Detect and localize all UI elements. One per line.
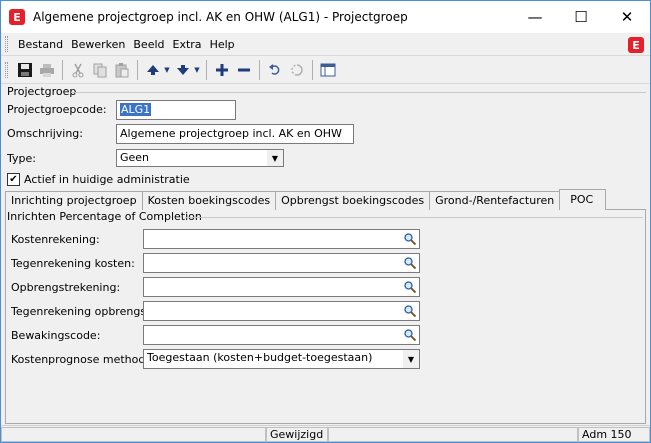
tab-inrichting-projectgroep[interactable]: Inrichting projectgroep <box>5 191 143 210</box>
chevron-down-icon[interactable]: ▼ <box>162 66 172 74</box>
bewakingscode-field[interactable] <box>143 325 420 345</box>
add-icon[interactable] <box>211 59 233 81</box>
toolbar-separator <box>259 60 260 80</box>
opbrengstrekening-field[interactable] <box>143 277 420 297</box>
refresh-icon[interactable] <box>286 59 308 81</box>
tab-opbrengst-boekingscodes[interactable]: Opbrengst boekingscodes <box>275 191 431 210</box>
code-value: ALG1 <box>120 103 152 116</box>
kostenrekening-field[interactable] <box>143 229 420 249</box>
app-logo-icon: E <box>9 9 25 25</box>
toolbar-separator <box>62 60 63 80</box>
cut-icon[interactable] <box>67 59 89 81</box>
arrow-up-icon[interactable] <box>142 59 164 81</box>
search-icon[interactable] <box>402 303 418 319</box>
code-field[interactable]: ALG1 <box>116 100 236 120</box>
tab-poc[interactable]: POC <box>559 189 607 210</box>
kostenprognose-label: Kostenprognose methode: <box>11 353 156 366</box>
search-icon[interactable] <box>402 327 418 343</box>
status-admin: Adm 150 <box>578 427 650 442</box>
status-state: Gewijzigd <box>266 427 328 442</box>
description-field[interactable]: Algemene projectgroep incl. AK en OHW <box>116 124 354 144</box>
title-bar[interactable]: E Algemene projectgroep incl. AK en OHW … <box>1 1 650 33</box>
section-divider <box>71 92 646 93</box>
chevron-down-icon[interactable]: ▼ <box>192 66 202 74</box>
application-window: E Algemene projectgroep incl. AK en OHW … <box>0 0 651 443</box>
search-icon[interactable] <box>402 231 418 247</box>
remove-icon[interactable] <box>233 59 255 81</box>
status-bar: Gewijzigd Adm 150 <box>1 425 650 442</box>
poc-group-divider <box>185 217 643 218</box>
copy-icon[interactable] <box>89 59 111 81</box>
window-icon[interactable] <box>317 59 339 81</box>
window-controls: — ☐ ✕ <box>512 1 650 33</box>
toolbar-separator <box>137 60 138 80</box>
brand-logo-icon: E <box>628 37 644 53</box>
status-cell-empty <box>1 427 266 442</box>
menu-bar: Bestand Bewerken Beeld Extra Help E <box>1 33 650 56</box>
chevron-down-icon[interactable]: ▼ <box>267 150 283 166</box>
type-value: Geen <box>120 151 150 164</box>
arrow-down-icon[interactable] <box>172 59 194 81</box>
menu-bestand[interactable]: Bestand <box>14 38 67 51</box>
active-checkbox[interactable]: ✔ <box>7 173 20 186</box>
window-title: Algemene projectgroep incl. AK en OHW (A… <box>33 10 408 24</box>
tab-strip: Inrichting projectgroep Kosten boekingsc… <box>5 189 607 210</box>
active-label: Actief in huidige administratie <box>24 173 190 186</box>
tab-grond-rentefacturen[interactable]: Grond-/Rentefacturen <box>429 191 561 210</box>
tegenrekening-opbrengst-field[interactable] <box>143 301 420 321</box>
toolbar-grip-handle[interactable] <box>5 62 8 78</box>
menu-grip-handle[interactable] <box>5 36 8 52</box>
undo-icon[interactable] <box>264 59 286 81</box>
status-cell-empty <box>328 427 578 442</box>
tab-kosten-boekingscodes[interactable]: Kosten boekingscodes <box>141 191 277 210</box>
menu-extra[interactable]: Extra <box>169 38 206 51</box>
active-checkbox-row[interactable]: ✔ Actief in huidige administratie <box>7 173 190 186</box>
search-icon[interactable] <box>402 279 418 295</box>
description-label: Omschrijving: <box>7 127 83 140</box>
chevron-down-icon[interactable]: ▼ <box>403 350 419 368</box>
type-label: Type: <box>7 152 36 165</box>
poc-group-title: Inrichten Percentage of Completion <box>7 210 202 223</box>
kostenprognose-value: Toegestaan (kosten+budget-toegestaan) <box>147 351 373 364</box>
toolbar-separator <box>206 60 207 80</box>
opbrengstrekening-label: Opbrengstrekening: <box>11 281 121 294</box>
tegenrekening-kosten-field[interactable] <box>143 253 420 273</box>
toolbar-separator <box>312 60 313 80</box>
tegenrekening-opbrengst-label: Tegenrekening opbrengst: <box>11 305 155 318</box>
paste-icon[interactable] <box>111 59 133 81</box>
minimize-button[interactable]: — <box>512 1 558 33</box>
kostenprognose-select[interactable]: Toegestaan (kosten+budget-toegestaan) ▼ <box>143 349 420 369</box>
menu-beeld[interactable]: Beeld <box>129 38 168 51</box>
menu-bewerken[interactable]: Bewerken <box>67 38 129 51</box>
save-icon[interactable] <box>14 59 36 81</box>
print-icon[interactable] <box>36 59 58 81</box>
toolbar: ▼ ▼ <box>1 57 650 84</box>
section-title: Projectgroep <box>7 85 77 98</box>
type-select[interactable]: Geen ▼ <box>116 149 284 167</box>
code-label: Projectgroepcode: <box>7 103 107 116</box>
bewakingscode-label: Bewakingscode: <box>11 329 101 342</box>
search-icon[interactable] <box>402 255 418 271</box>
maximize-button[interactable]: ☐ <box>558 1 604 33</box>
tegenrekening-kosten-label: Tegenrekening kosten: <box>11 257 135 270</box>
close-button[interactable]: ✕ <box>604 1 650 33</box>
menu-help[interactable]: Help <box>206 38 239 51</box>
kostenrekening-label: Kostenrekening: <box>11 233 100 246</box>
